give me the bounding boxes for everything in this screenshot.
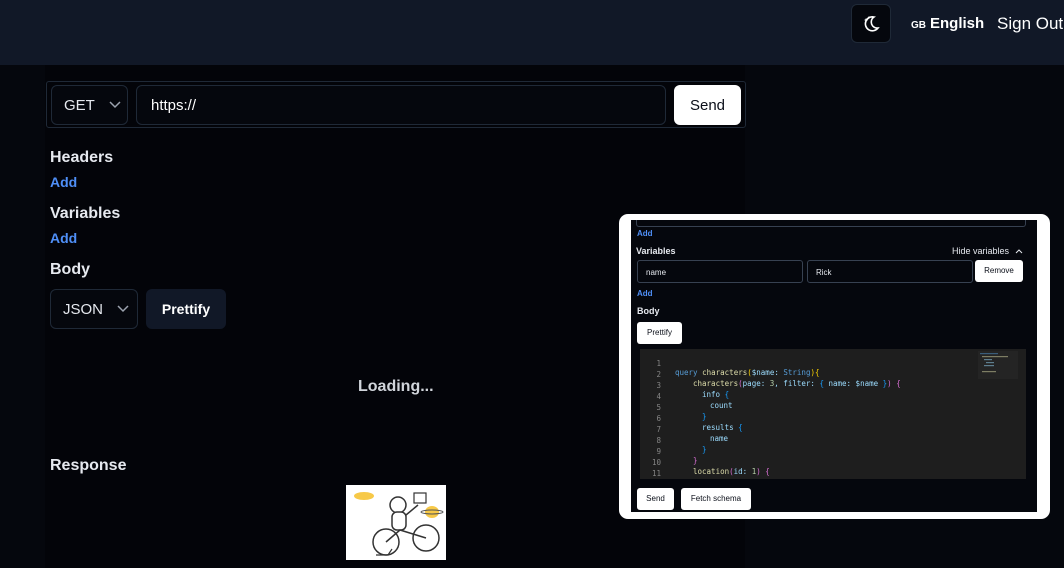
variable-key-input[interactable]: name <box>637 260 803 283</box>
hide-variables-label: Hide variables <box>952 246 1010 256</box>
sign-out-button[interactable]: Sign Out <box>997 14 1063 34</box>
prettify-button[interactable]: Prettify <box>146 289 226 329</box>
language-label: English <box>930 15 985 32</box>
url-input[interactable] <box>136 85 666 125</box>
fetch-schema-button[interactable]: Fetch schema <box>681 488 751 510</box>
loading-text: Loading... <box>358 378 434 395</box>
hide-variables-toggle[interactable]: Hide variables <box>952 246 1023 256</box>
chevron-down-icon <box>117 305 129 313</box>
preview-prettify-button[interactable]: Prettify <box>637 322 682 344</box>
body-type-select[interactable]: JSON <box>50 289 138 329</box>
add-header-link[interactable]: Add <box>50 174 77 190</box>
body-heading: Body <box>50 261 90 278</box>
editor-minimap[interactable] <box>978 351 1018 379</box>
chevron-down-icon <box>109 101 121 109</box>
preview-send-button[interactable]: Send <box>637 488 674 510</box>
headers-heading: Headers <box>50 149 114 166</box>
chevron-up-icon <box>1015 249 1022 254</box>
code-editor[interactable]: 1 query characters($name: String){ 2 cha… <box>640 349 1026 479</box>
remove-variable-button[interactable]: Remove <box>975 260 1023 282</box>
astronaut-illustration <box>346 485 446 560</box>
preview-variables-heading: Variables <box>636 246 676 256</box>
variables-heading: Variables <box>50 205 121 222</box>
response-heading: Response <box>50 457 127 474</box>
theme-toggle-button[interactable] <box>851 4 891 43</box>
language-flag: GB <box>911 20 926 31</box>
method-value: GET <box>64 96 95 114</box>
method-select[interactable]: GET <box>51 85 128 125</box>
top-bar <box>0 0 1064 65</box>
preview-add-link[interactable]: Add <box>637 229 653 238</box>
preview-body-heading: Body <box>637 306 660 316</box>
body-type-value: JSON <box>63 300 104 318</box>
add-variable-link[interactable]: Add <box>50 230 77 246</box>
preview-add-variable-link[interactable]: Add <box>637 289 653 298</box>
moon-stars-icon <box>864 15 880 32</box>
send-button[interactable]: Send <box>674 85 741 125</box>
language-selector[interactable]: GB English <box>911 15 984 32</box>
variable-value-input[interactable]: Rick <box>807 260 973 283</box>
preview-top-field <box>636 220 1026 227</box>
